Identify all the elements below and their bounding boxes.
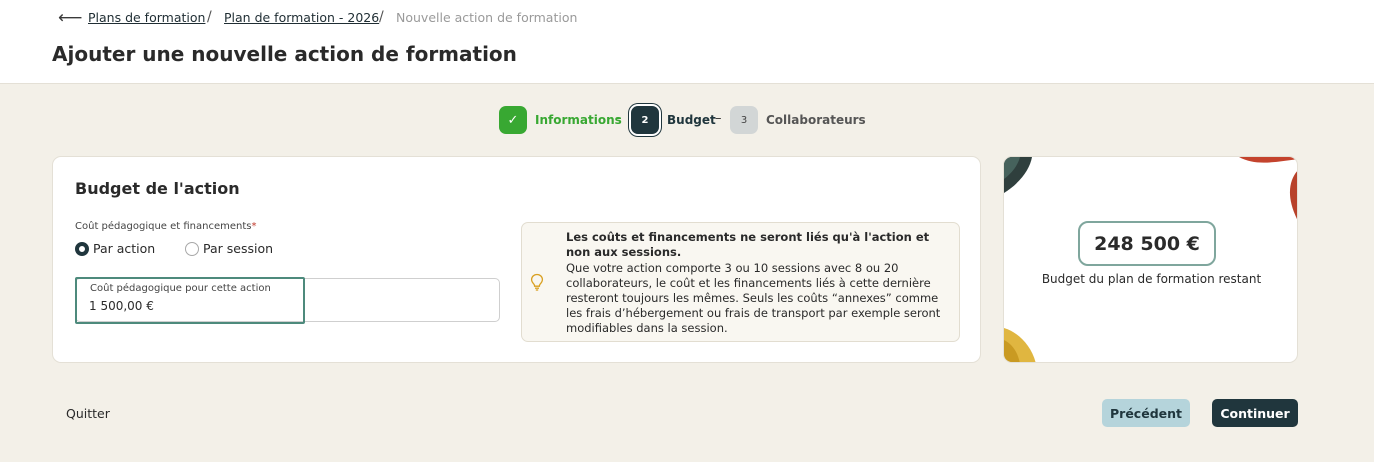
breadcrumb-current: Nouvelle action de formation	[396, 10, 578, 25]
step-label-collaborateurs: Collaborateurs	[766, 113, 866, 127]
budget-card-title: Budget de l'action	[75, 179, 240, 198]
page-title: Ajouter une nouvelle action de formation	[52, 42, 517, 66]
lightbulb-icon	[530, 273, 544, 291]
info-title: Les coûts et financements ne seront liés…	[566, 230, 930, 259]
decorative-leaf-icon	[1004, 328, 1036, 362]
radio-label-par-session: Par session	[203, 241, 274, 256]
step-connector: –	[715, 111, 722, 126]
header: ⟵ Plans de formation / Plan de formation…	[0, 0, 1374, 84]
breadcrumb-separator: /	[379, 9, 384, 25]
radio-unchecked-icon[interactable]	[185, 241, 199, 256]
step-label-informations: Informations	[535, 113, 622, 127]
budget-card: Budget de l'action Coût pédagogique et f…	[52, 156, 981, 363]
step-number-collaborateurs: 3	[730, 106, 758, 134]
decorative-leaf-icon	[1239, 157, 1297, 219]
info-box: Les coûts et financements ne seront liés…	[521, 222, 960, 342]
required-mark: *	[251, 221, 257, 232]
breadcrumb-separator: /	[207, 9, 212, 25]
radio-checked-icon[interactable]	[75, 241, 89, 256]
cost-field-label-text: Coût pédagogique et financements	[75, 221, 252, 232]
quit-button[interactable]: Quitter	[66, 406, 110, 421]
remaining-budget-caption: Budget du plan de formation restant	[1041, 272, 1262, 286]
radio-par-action[interactable]: Par action	[75, 241, 155, 256]
back-arrow-icon[interactable]: ⟵	[58, 8, 82, 28]
step-done-check-icon: ✓	[499, 106, 527, 134]
continue-button[interactable]: Continuer	[1212, 399, 1298, 427]
radio-par-session[interactable]: Par session	[185, 241, 273, 256]
decorative-leaf-icon	[1004, 157, 1032, 193]
step-number-budget: 2	[631, 106, 659, 134]
previous-button[interactable]: Précédent	[1102, 399, 1190, 427]
remaining-budget-amount: 248 500 €	[1078, 221, 1216, 266]
breadcrumb-link-plans[interactable]: Plans de formation	[88, 10, 205, 25]
cost-input[interactable]	[89, 299, 289, 313]
info-body: Que votre action comporte 3 ou 10 sessio…	[566, 261, 941, 335]
cost-field-label: Coût pédagogique et financements*	[75, 221, 257, 232]
radio-label-par-action: Par action	[93, 241, 156, 256]
cost-input-label: Coût pédagogique pour cette action	[90, 283, 271, 294]
remaining-budget-card: 248 500 € Budget du plan de formation re…	[1003, 156, 1298, 363]
breadcrumb-link-plan-2026[interactable]: Plan de formation - 2026	[224, 10, 379, 25]
step-label-budget: Budget	[667, 113, 716, 127]
step-connector: –	[615, 111, 622, 126]
